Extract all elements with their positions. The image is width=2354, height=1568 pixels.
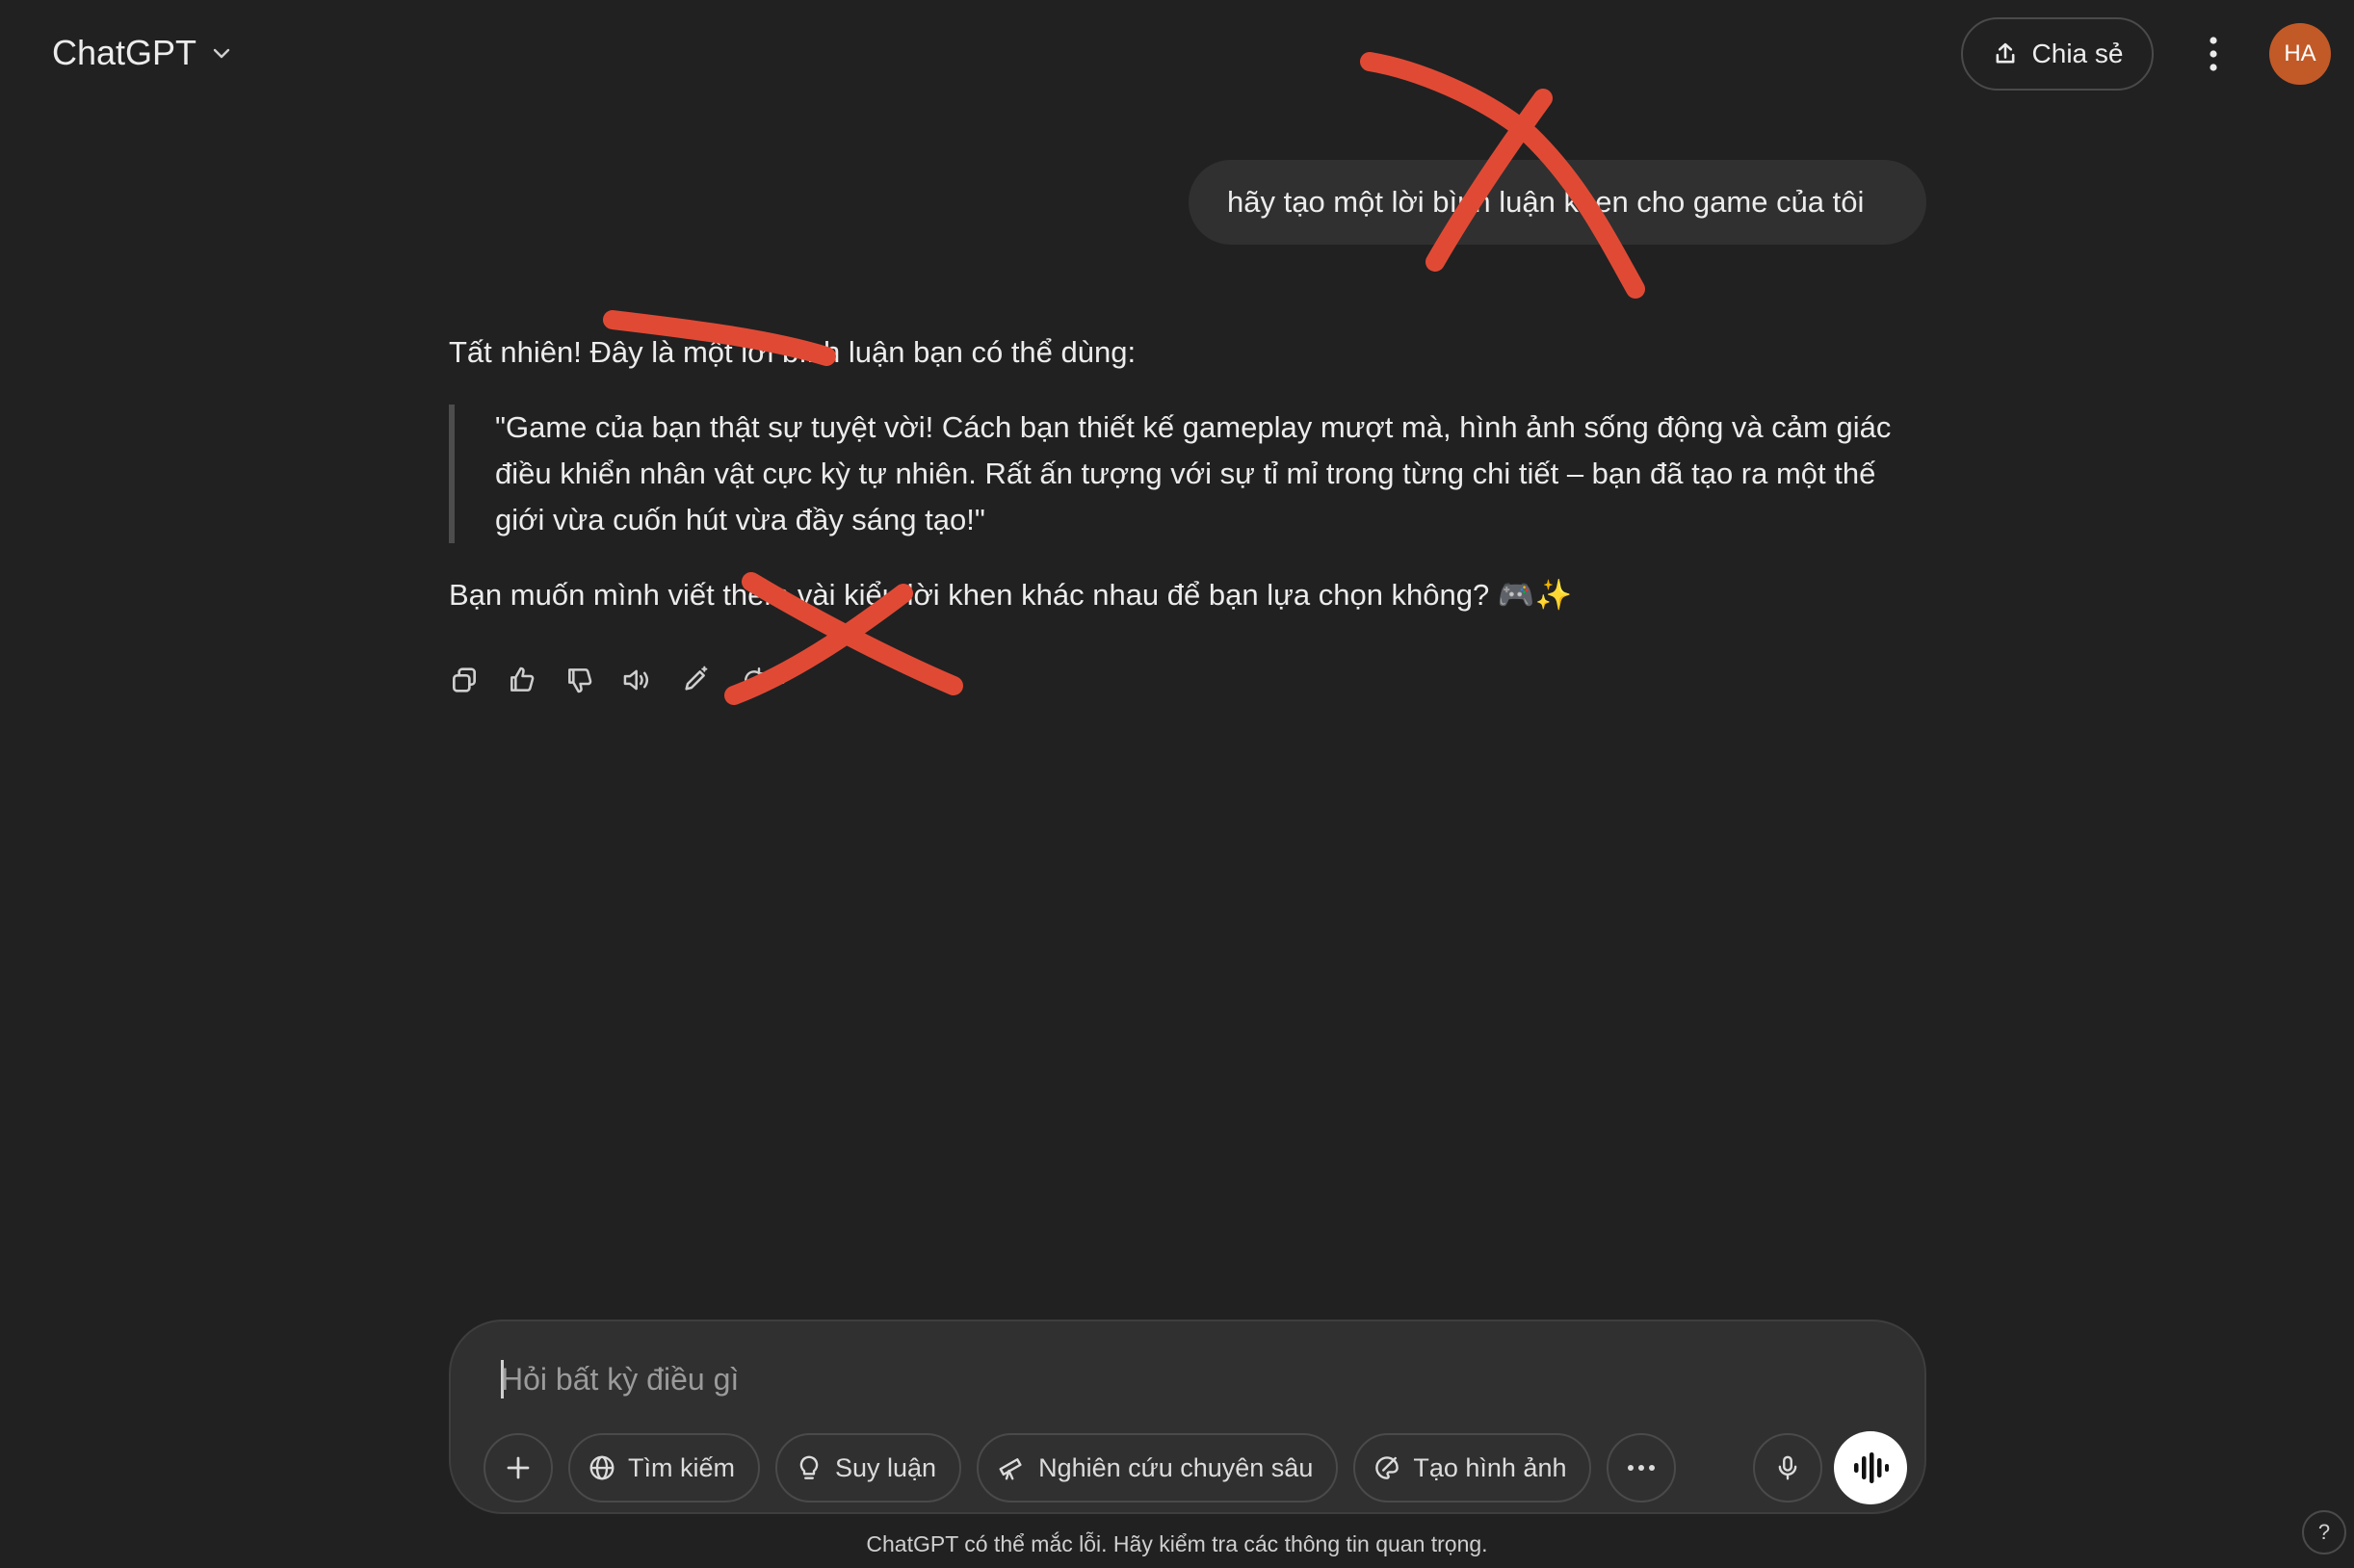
more-options-button[interactable] xyxy=(2184,25,2242,83)
reason-tool-button[interactable]: Suy luận xyxy=(775,1433,962,1503)
prompt-input[interactable] xyxy=(501,1350,1849,1408)
share-label: Chia sẻ xyxy=(2031,39,2124,68)
paint-icon xyxy=(1375,1456,1399,1479)
chevron-down-icon xyxy=(776,676,790,684)
read-aloud-button[interactable] xyxy=(615,657,661,703)
copy-button[interactable] xyxy=(441,657,487,703)
deep-research-tool-button[interactable]: Nghiên cứu chuyên sâu xyxy=(977,1433,1339,1503)
telescope-icon xyxy=(999,1458,1022,1480)
retry-button[interactable] xyxy=(730,657,801,703)
thumbs-up-button[interactable] xyxy=(499,657,545,703)
read-aloud-icon xyxy=(623,669,649,691)
help-button[interactable]: ? xyxy=(2302,1510,2346,1555)
assistant-followup: Bạn muốn mình viết thêm vài kiểu lời khe… xyxy=(449,578,1573,612)
copy-icon xyxy=(453,667,476,693)
kebab-icon xyxy=(2210,37,2217,71)
share-icon xyxy=(1996,42,2014,64)
composer: Tìm kiếm Suy luận Nghiên cứu chuyên sâu xyxy=(449,1320,1926,1514)
dictate-button[interactable] xyxy=(1753,1433,1822,1503)
thumbs-down-icon xyxy=(568,668,592,693)
retry-icon xyxy=(745,666,766,690)
edit-button[interactable] xyxy=(672,657,719,703)
mic-icon xyxy=(1778,1455,1797,1480)
disclaimer: ChatGPT có thể mắc lỗi. Hãy kiểm tra các… xyxy=(866,1531,1488,1556)
model-name: ChatGPT xyxy=(52,33,197,72)
voice-icon xyxy=(1854,1452,1889,1483)
create-image-tool-label: Tạo hình ảnh xyxy=(1413,1452,1567,1482)
chevron-down-icon xyxy=(213,48,230,59)
top-bar: ChatGPT Chia sẻ HA xyxy=(0,0,2354,106)
avatar[interactable]: HA xyxy=(2269,23,2331,85)
composer-tools: Tìm kiếm Suy luận Nghiên cứu chuyên sâu xyxy=(484,1433,1677,1503)
user-message: hãy tạo một lời bình luận khen cho game … xyxy=(1189,160,1926,245)
message-actions xyxy=(441,655,801,705)
deep-research-tool-label: Nghiên cứu chuyên sâu xyxy=(1038,1452,1314,1482)
more-icon xyxy=(1628,1465,1656,1471)
edit-icon xyxy=(685,666,708,691)
assistant-quote: "Game của bạn thật sự tuyệt vời! Cách bạ… xyxy=(449,405,1932,543)
search-tool-label: Tìm kiếm xyxy=(628,1452,735,1482)
thumbs-down-button[interactable] xyxy=(557,657,603,703)
attach-button[interactable] xyxy=(484,1433,553,1503)
lightbulb-icon xyxy=(799,1455,819,1479)
chat-app: ChatGPT Chia sẻ HA hãy tạo một lời bình … xyxy=(0,0,2354,1568)
voice-mode-button[interactable] xyxy=(1834,1431,1907,1504)
create-image-tool-button[interactable]: Tạo hình ảnh xyxy=(1353,1433,1592,1503)
more-tools-button[interactable] xyxy=(1607,1433,1677,1503)
globe-icon xyxy=(589,1455,615,1480)
search-tool-button[interactable]: Tìm kiếm xyxy=(568,1433,760,1503)
plus-icon xyxy=(507,1456,530,1479)
reason-tool-label: Suy luận xyxy=(835,1452,937,1482)
share-button[interactable]: Chia sẻ xyxy=(1961,17,2154,91)
assistant-message: Tất nhiên! Đây là một lời bình luận bạn … xyxy=(449,329,1932,618)
thumbs-up-icon xyxy=(510,666,535,692)
model-switcher[interactable]: ChatGPT xyxy=(39,21,247,85)
assistant-intro: Tất nhiên! Đây là một lời bình luận bạn … xyxy=(449,335,1137,369)
